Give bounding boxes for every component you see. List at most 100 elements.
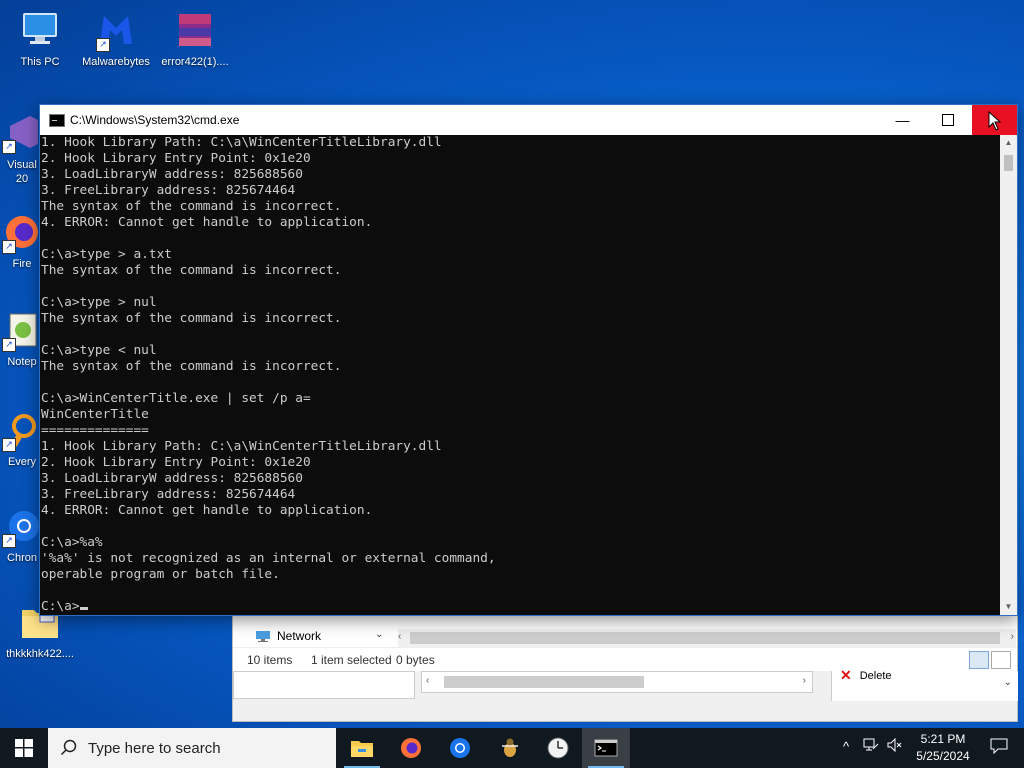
console-line: WinCenterTitle [41, 407, 149, 422]
system-tray: ^ 5:21 PM 5/25/2024 [824, 728, 1024, 768]
cmd-window-icon [49, 114, 65, 127]
console-line: 4. ERROR: Cannot get handle to applicati… [41, 503, 373, 518]
console-line: 2. Hook Library Entry Point: 0x1e20 [41, 455, 311, 470]
cmd-window[interactable]: C:\Windows\System32\cmd.exe — 1. Hook Li… [39, 104, 1018, 616]
taskbar: Type here to search ^ 5:21 PM 5/25/2024 [0, 728, 1024, 768]
minimize-icon: — [895, 112, 910, 128]
firefox-icon [401, 738, 421, 758]
console-line: 3. FreeLibrary address: 825674464 [41, 183, 296, 198]
this-pc-icon [18, 8, 62, 52]
console-line: C:\a>type > a.txt [41, 247, 172, 262]
clock-time: 5:21 PM [920, 732, 966, 746]
search-icon [60, 739, 77, 756]
rar-archive-icon [173, 8, 217, 52]
taskbar-bug-app[interactable] [486, 728, 534, 768]
taskbar-file-explorer[interactable] [338, 728, 386, 768]
cmd-window-title: C:\Windows\System32\cmd.exe [70, 113, 240, 127]
selected-size: 0 bytes [396, 653, 435, 667]
details-view-icon[interactable] [969, 651, 989, 669]
console-line: 3. LoadLibraryW address: 825688560 [41, 471, 303, 486]
windows-logo-icon [15, 739, 33, 757]
console-scrollbar[interactable]: ▲ ▼ [1000, 135, 1017, 615]
search-placeholder: Type here to search [88, 739, 221, 757]
cmd-icon [594, 739, 618, 757]
context-menu: ✕ Delete ⌄ [831, 667, 1018, 701]
file-explorer-icon [351, 741, 373, 757]
scrollbar-thumb[interactable] [410, 632, 1000, 644]
everything-icon: ↗ [0, 408, 44, 452]
nav-pane [233, 671, 415, 699]
maximize-button[interactable] [925, 105, 970, 135]
cmd-title-bar[interactable]: C:\Windows\System32\cmd.exe — [40, 105, 1017, 135]
nav-item-network[interactable]: Network [255, 629, 321, 643]
taskbar-chrome[interactable] [436, 728, 484, 768]
scroll-right-icon[interactable]: › [803, 675, 806, 686]
menu-scroll-down-icon[interactable]: ⌄ [1004, 677, 1012, 688]
text-cursor [79, 607, 88, 610]
desktop-icon-malwarebytes[interactable]: ↗ Malwarebytes [76, 8, 156, 68]
desktop-icon-error422[interactable]: error422(1).... [155, 8, 235, 68]
volume-muted-icon[interactable] [886, 737, 904, 756]
scroll-up-icon[interactable]: ▲ [1000, 135, 1017, 151]
delete-icon: ✕ [840, 667, 852, 683]
console-line: 3. LoadLibraryW address: 825688560 [41, 167, 303, 182]
network-icon [256, 631, 270, 642]
menu-item-delete[interactable]: ✕ Delete [840, 667, 892, 684]
scroll-down-icon[interactable]: ▼ [1000, 599, 1017, 615]
console-line: '%a%' is not recognized as an internal o… [41, 551, 496, 566]
taskbar-search[interactable]: Type here to search [48, 728, 336, 768]
console-line: C:\a>type > nul [41, 295, 157, 310]
console-line: C:\a>%a% [41, 535, 103, 550]
clock-app-icon [547, 737, 569, 759]
minimize-button[interactable]: — [880, 105, 925, 135]
console-line: 4. ERROR: Cannot get handle to applicati… [41, 215, 373, 230]
taskbar-firefox[interactable] [387, 728, 435, 768]
items-count: 10 items [247, 653, 293, 667]
explorer-lower-area: ‹ › ✕ Delete ⌄ [233, 667, 1018, 721]
large-icons-view-icon[interactable] [991, 651, 1011, 669]
clock-date: 5/25/2024 [916, 749, 970, 763]
nav-scroll-down-icon[interactable]: ⌄ [375, 629, 383, 640]
console-output[interactable]: 1. Hook Library Path: C:\a\WinCenterTitl… [40, 135, 1001, 615]
selected-count: 1 item selected [311, 653, 392, 667]
console-line: C:\a>type < nul [41, 343, 157, 358]
network-status-icon[interactable] [862, 738, 880, 756]
console-line: The syntax of the command is incorrect. [41, 199, 342, 214]
console-line: 3. FreeLibrary address: 825674464 [41, 487, 296, 502]
console-line: 2. Hook Library Entry Point: 0x1e20 [41, 151, 311, 166]
horizontal-scrollbar[interactable]: ‹ › [398, 629, 1016, 647]
chrome-icon: ↗ [0, 504, 44, 548]
firefox-icon: ↗ [0, 210, 44, 254]
desktop-icon-this-pc[interactable]: This PC [0, 8, 80, 68]
close-button[interactable] [972, 105, 1017, 135]
scroll-right-icon[interactable]: › [1011, 631, 1014, 642]
status-bar: 10 items 1 item selected 0 bytes [233, 647, 1017, 672]
console-line: C:\a>WinCenterTitle.exe | set /p a= [41, 391, 311, 406]
console-line: The syntax of the command is incorrect. [41, 311, 342, 326]
scroll-left-icon[interactable]: ‹ [426, 675, 429, 686]
console-line: 1. Hook Library Path: C:\a\WinCenterTitl… [41, 439, 442, 454]
scroll-left-icon[interactable]: ‹ [398, 631, 401, 642]
file-explorer-window[interactable]: Network ⌄ ‹ › 10 items 1 item selected 0… [232, 614, 1018, 722]
console-line: 1. Hook Library Path: C:\a\WinCenterTitl… [41, 135, 442, 150]
taskbar-clock[interactable]: 5:21 PM 5/25/2024 [908, 731, 978, 765]
console-line: ============== [41, 423, 149, 438]
taskbar-clock-app[interactable] [534, 728, 582, 768]
content-scroll-pane[interactable]: ‹ › [421, 671, 813, 693]
notepad-icon: ↗ [0, 308, 44, 352]
taskbar-cmd[interactable] [582, 728, 630, 768]
chrome-icon [450, 738, 470, 758]
console-prompt: C:\a> [41, 599, 80, 614]
console-line: The syntax of the command is incorrect. [41, 359, 342, 374]
view-buttons [969, 651, 1011, 669]
scrollbar-thumb[interactable] [1004, 155, 1013, 171]
scrollbar-thumb[interactable] [444, 676, 644, 688]
start-button[interactable] [0, 728, 48, 768]
show-hidden-icons-icon[interactable]: ^ [837, 738, 855, 756]
action-center-icon[interactable] [990, 738, 1008, 756]
